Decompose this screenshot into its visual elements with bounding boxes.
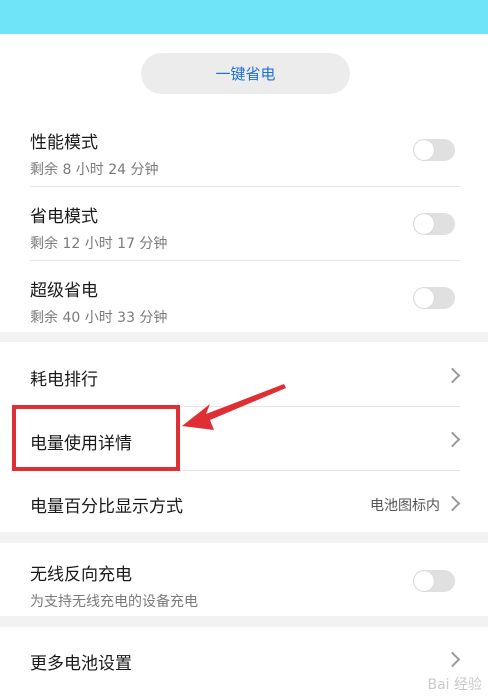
performance-mode-row[interactable]: 性能模式 剩余 8 小时 24 分钟 (30, 128, 460, 179)
wireless-reverse-charging-subtitle: 为支持无线充电的设备充电 (30, 594, 198, 610)
more-battery-settings-item[interactable]: 更多电池设置 (30, 649, 460, 674)
divider (30, 260, 460, 261)
performance-mode-toggle[interactable] (413, 139, 455, 161)
watermark: Bai 经验 (427, 677, 482, 693)
power-saving-mode-toggle[interactable] (413, 213, 455, 235)
battery-percentage-display-value: 电池图标内 (370, 498, 440, 514)
performance-mode-title: 性能模式 (30, 133, 98, 153)
power-saving-mode-title: 省电模式 (30, 207, 98, 227)
super-power-saving-row[interactable]: 超级省电 剩余 40 小时 33 分钟 (30, 276, 460, 327)
annotation-arrow-icon (182, 384, 286, 430)
toggle-knob (414, 140, 434, 160)
annotation-highlight-box (12, 405, 180, 471)
toggle-knob (414, 571, 434, 591)
super-power-saving-toggle[interactable] (413, 287, 455, 309)
toggle-knob (414, 288, 434, 308)
super-power-saving-remaining: 剩余 40 小时 33 分钟 (30, 310, 168, 326)
super-power-saving-title: 超级省电 (30, 281, 98, 301)
power-saving-mode-remaining: 剩余 12 小时 17 分钟 (30, 236, 168, 252)
more-battery-settings-label: 更多电池设置 (30, 654, 132, 674)
wireless-reverse-charging-row[interactable]: 无线反向充电 为支持无线充电的设备充电 (30, 560, 460, 611)
wireless-reverse-charging-toggle[interactable] (413, 570, 455, 592)
one-key-save-button[interactable]: 一键省电 (141, 53, 350, 94)
divider (30, 186, 460, 187)
status-bar-background (0, 0, 488, 34)
toggle-knob (414, 214, 434, 234)
power-saving-mode-row[interactable]: 省电模式 剩余 12 小时 17 分钟 (30, 202, 460, 253)
wireless-reverse-charging-title: 无线反向充电 (30, 565, 132, 585)
performance-mode-remaining: 剩余 8 小时 24 分钟 (30, 162, 159, 178)
